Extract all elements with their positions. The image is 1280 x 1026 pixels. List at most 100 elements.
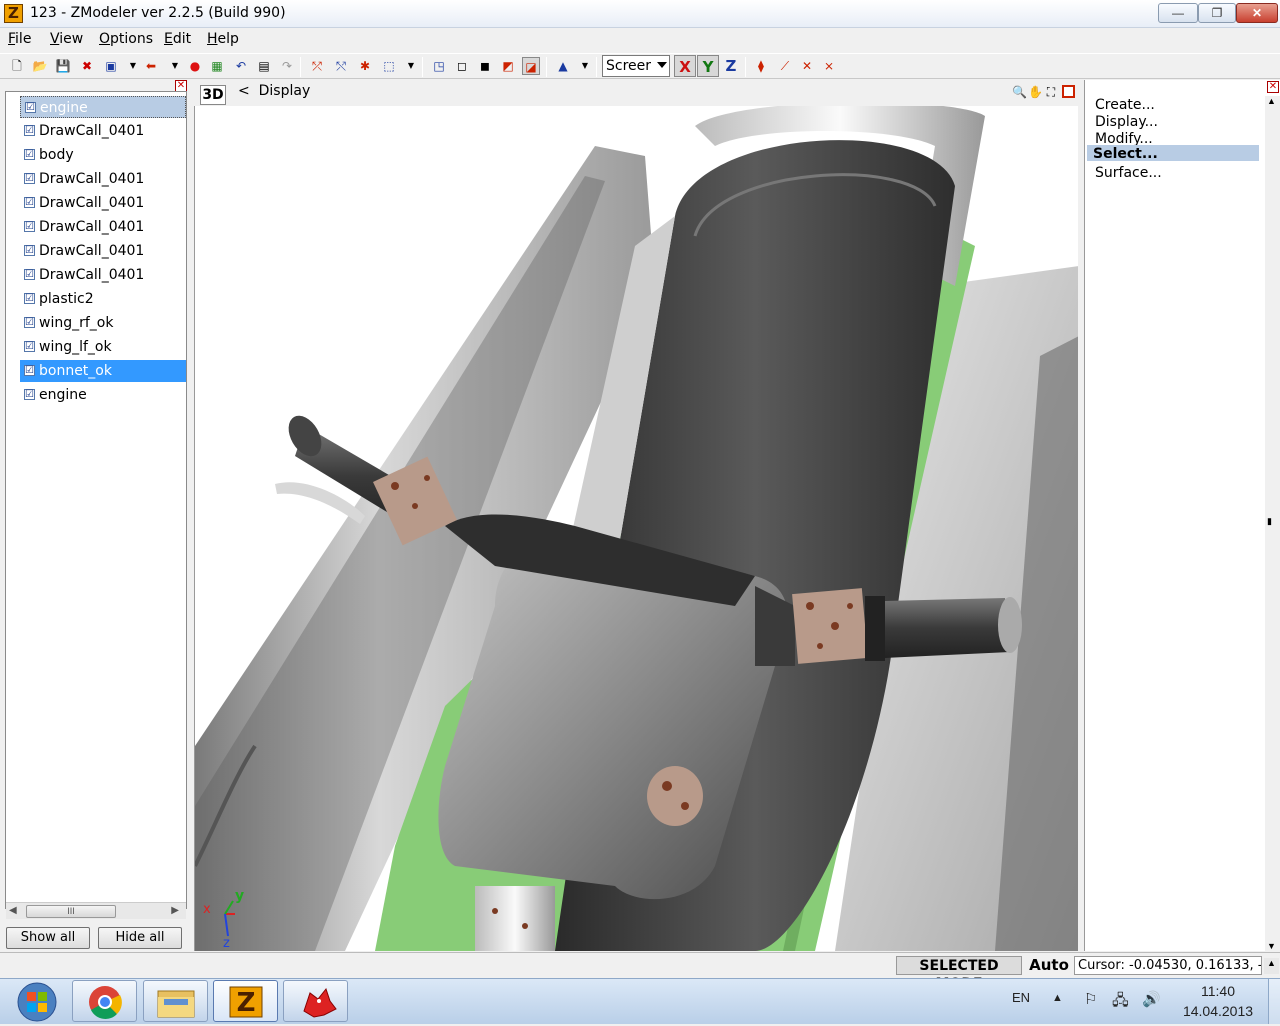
taskbar-explorer[interactable] [143,980,208,1022]
select-dropdown-icon[interactable]: ▼ [402,57,420,75]
checkbox-icon[interactable]: ☑ [24,341,35,352]
tree-item[interactable]: ☑ body [20,144,186,166]
checkbox-icon[interactable]: ☑ [24,221,35,232]
tree-item[interactable]: ☑ DrawCall_0401 [20,192,186,214]
tree-item[interactable]: ☑ DrawCall_0401 [20,168,186,190]
tree-item[interactable]: ☑ engine [20,384,186,406]
taskbar-zmodeler[interactable]: Z [213,980,278,1022]
minimize-button[interactable]: — [1158,3,1198,23]
3d-viewport[interactable]: x y z [194,106,1078,951]
taskbar-chrome[interactable] [72,980,137,1022]
export-dropdown-icon[interactable]: ▼ [166,57,184,75]
maximize-viewport-icon[interactable] [1062,85,1075,98]
tree-item[interactable]: ☑ DrawCall_0401 [20,240,186,262]
clock-date[interactable]: 14.04.2013 [1178,1003,1258,1019]
status-scroll-icon[interactable]: ▲ [1264,958,1279,974]
checkbox-icon[interactable]: ☑ [24,197,35,208]
menu-file[interactable]: File [8,31,31,47]
import-dropdown-icon[interactable]: ▼ [124,57,142,75]
object-tree[interactable]: ☑ engine ☑ DrawCall_0401 ☑ body ☑ DrawCall_0… [5,91,187,909]
undo-icon[interactable]: ↶ [232,57,250,75]
light-icon[interactable]: ▲ [554,57,572,75]
selection-mode-status[interactable]: SELECTED MODE [896,956,1022,992]
viewport-title[interactable]: < Display [238,83,310,99]
axis-z-toggle[interactable]: Z [720,55,742,77]
checkbox-icon[interactable]: ☑ [24,317,35,328]
open-folder-icon[interactable]: 📂 [31,57,49,75]
tree-item[interactable]: ☑ DrawCall_0401 [20,264,186,286]
box-shaded-icon[interactable]: ◩ [499,57,517,75]
show-all-button[interactable]: Show all [6,927,90,949]
close-button[interactable]: ✕ [1236,3,1278,23]
checkbox-icon[interactable]: ☑ [24,149,35,160]
scroll-up-icon[interactable]: ▲ [1267,96,1276,106]
scroll-thumb[interactable]: III [26,905,116,918]
select-edge-icon[interactable]: ⤲ [332,57,350,75]
clock-time[interactable]: 11:40 [1188,983,1248,999]
tree-item[interactable]: ☑ wing_rf_ok [20,312,186,334]
start-button[interactable] [4,980,64,1022]
checkbox-icon[interactable]: ☑ [24,125,35,136]
select-vertex-icon[interactable]: ⤱ [308,57,326,75]
record-icon[interactable]: ● [186,57,204,75]
box-flat-icon[interactable]: ◼ [476,57,494,75]
scroll-left-icon[interactable]: ◀ [9,905,17,916]
language-indicator[interactable]: EN [1012,990,1030,1005]
fit-view-icon[interactable]: ⛶ [1044,85,1058,99]
command-create[interactable]: Create... [1095,97,1155,113]
light-dropdown-icon[interactable]: ▼ [576,57,594,75]
tree-item[interactable]: ☑ wing_lf_ok [20,336,186,358]
tree-item[interactable]: ☑ DrawCall_0401 [20,120,186,142]
texture-icon[interactable]: ▦ [208,57,226,75]
coordinate-space-select[interactable]: Screer [602,55,670,77]
redo-icon[interactable]: ↷ [278,57,296,75]
export-icon[interactable]: ⬅ [142,57,160,75]
checkbox-icon[interactable]: ☑ [24,245,35,256]
new-file-icon[interactable]: 🗋 [8,57,26,75]
scroll-thumb-icon[interactable]: ▮ [1267,516,1272,527]
snap-point-icon[interactable]: ⨯ [820,57,838,75]
command-select[interactable]: Select... [1093,146,1158,162]
command-surface[interactable]: Surface... [1095,165,1162,181]
network-icon[interactable]: 🖧 [1112,990,1129,1015]
tree-horizontal-scrollbar[interactable]: ◀ III ▶ [6,902,186,919]
tree-item[interactable]: ☑ DrawCall_0401 [20,216,186,238]
close-icon[interactable]: ✕ [1267,81,1279,93]
back-icon[interactable]: < [238,83,250,99]
volume-icon[interactable]: 🔊 [1142,990,1161,1008]
select-face-icon[interactable]: ✱ [356,57,374,75]
menu-view[interactable]: View [50,31,83,47]
checkbox-icon[interactable]: ☑ [24,269,35,280]
command-modify[interactable]: Modify... [1095,131,1153,145]
delete-icon[interactable]: ✖ [78,57,96,75]
maximize-button[interactable]: ❐ [1198,3,1236,23]
tray-expand-icon[interactable]: ▲ [1052,992,1063,1004]
zoom-icon[interactable]: 🔍 [1012,85,1027,99]
taskbar-app-red[interactable] [283,980,348,1022]
box-wire-icon[interactable]: ◻ [453,57,471,75]
command-panel-scrollbar[interactable]: ▲ ▮ ▼ [1265,96,1280,951]
checkbox-icon[interactable]: ☑ [24,365,35,376]
app-icon[interactable]: Z [4,4,23,23]
box-frame-icon[interactable]: ◳ [430,57,448,75]
scroll-down-icon[interactable]: ▼ [1267,941,1276,951]
command-display[interactable]: Display... [1095,114,1158,130]
auto-mode-status[interactable]: Auto [1026,956,1072,975]
hide-all-button[interactable]: Hide all [98,927,182,949]
scroll-right-icon[interactable]: ▶ [171,905,179,916]
save-icon[interactable]: 💾 [54,57,72,75]
menu-help[interactable]: Help [207,31,239,47]
show-desktop-button[interactable] [1268,979,1280,1024]
notes-icon[interactable]: ▤ [255,57,273,75]
menu-options[interactable]: Options [99,31,153,47]
axis-x-toggle[interactable]: X [674,55,696,77]
menu-edit[interactable]: Edit [164,31,191,47]
tree-item[interactable]: ☑ plastic2 [20,288,186,310]
tree-item[interactable]: ☑ engine [20,96,186,118]
checkbox-icon[interactable]: ☑ [24,293,35,304]
action-center-flag-icon[interactable]: ⚐ [1084,990,1097,1008]
select-object-icon[interactable]: ⬚ [380,57,398,75]
import-icon[interactable]: ▣ [102,57,120,75]
box-textured-icon[interactable]: ◪ [522,57,540,75]
snap-plane-icon[interactable]: ✕ [798,57,816,75]
